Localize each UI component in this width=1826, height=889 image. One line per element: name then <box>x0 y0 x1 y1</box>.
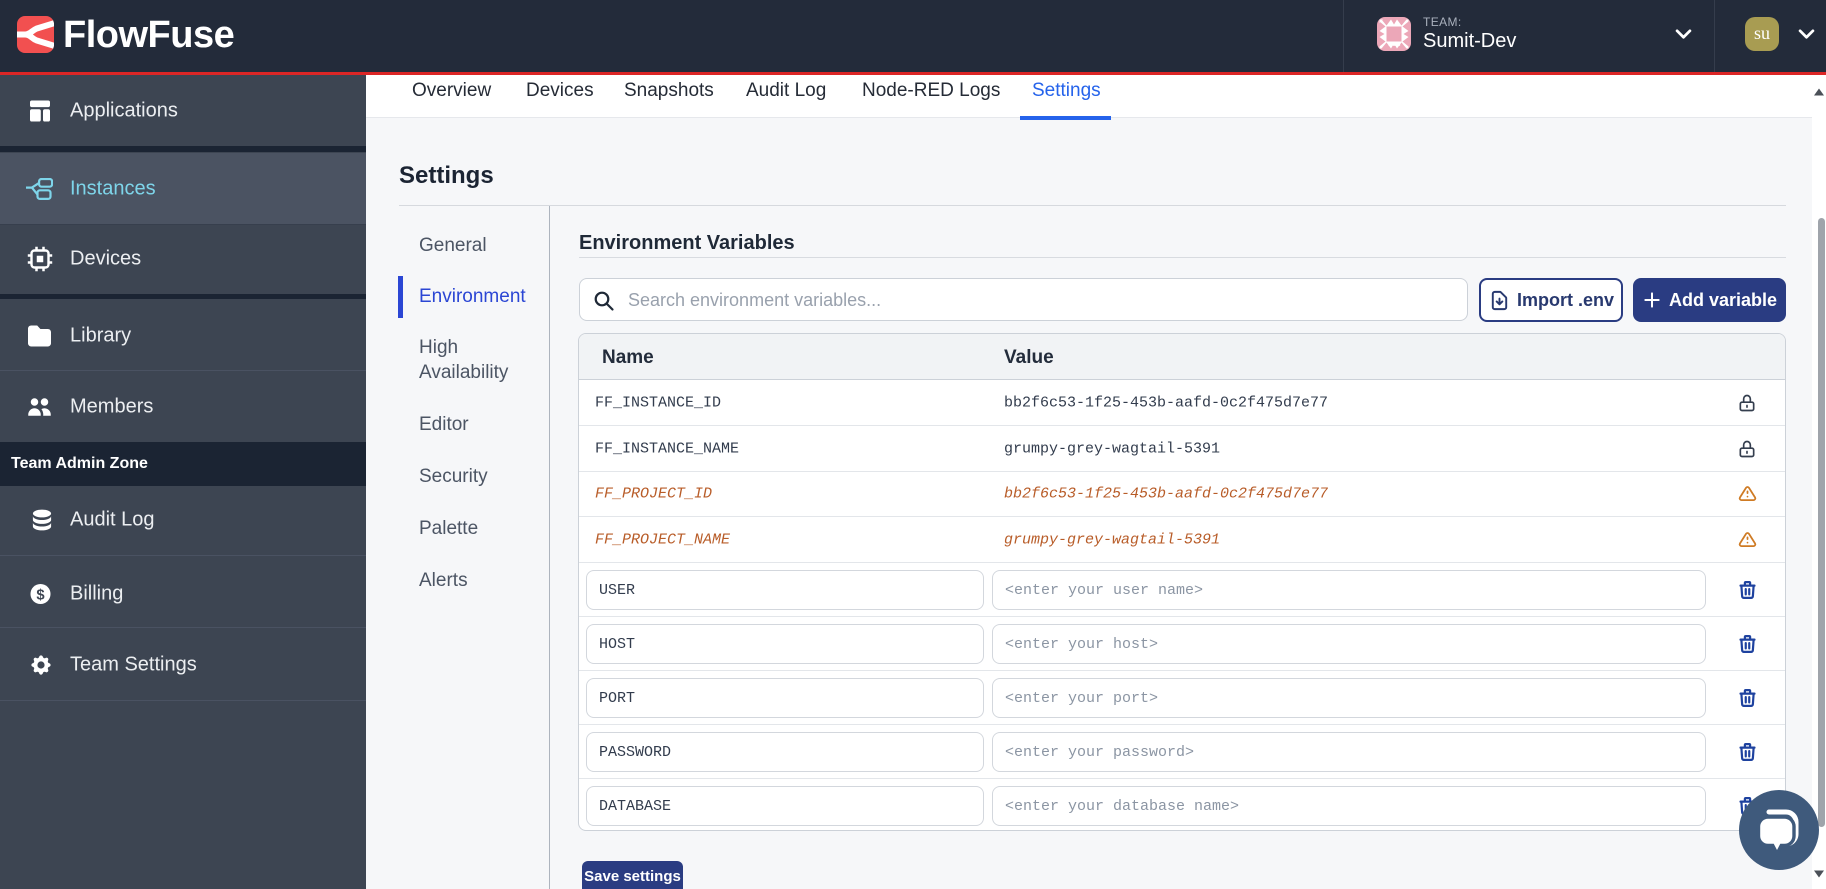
svg-text:$: $ <box>36 587 45 603</box>
